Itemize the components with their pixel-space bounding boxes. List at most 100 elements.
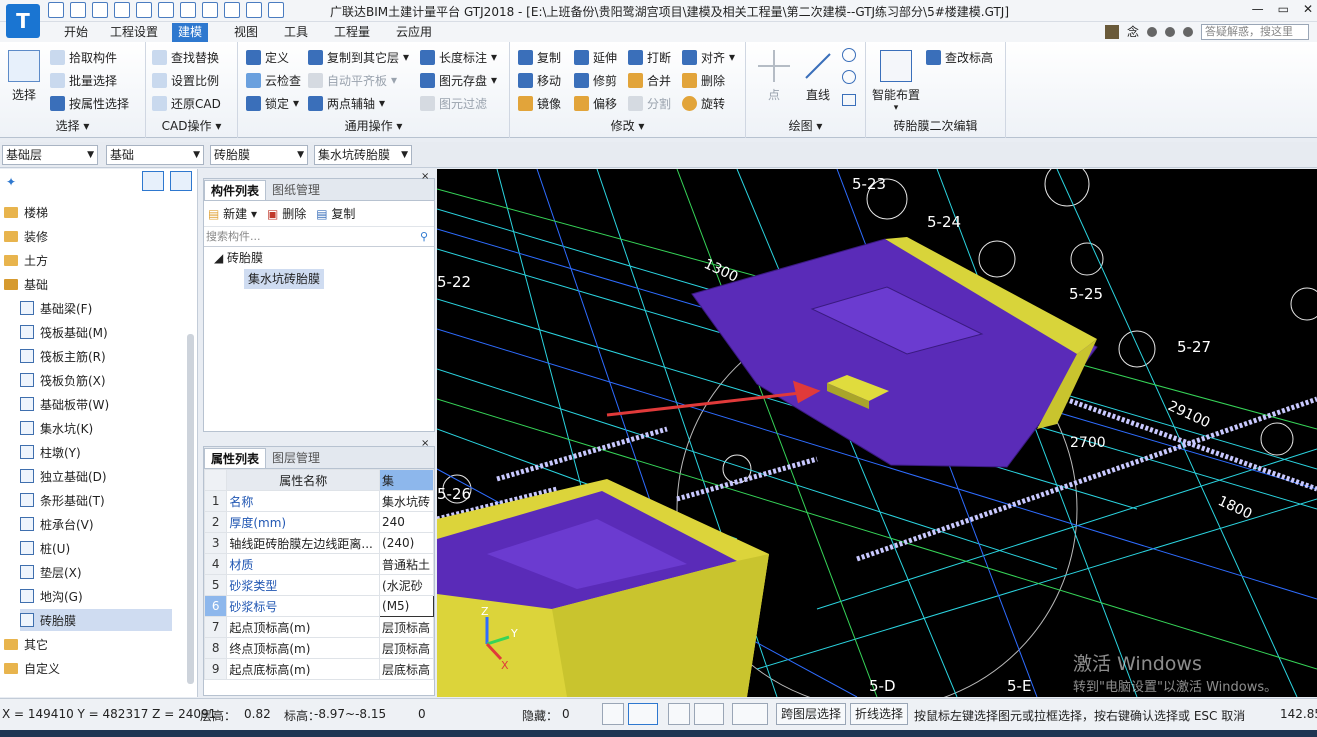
element-filter-button[interactable]: 图元过滤 — [420, 93, 487, 113]
print-icon[interactable] — [180, 2, 196, 18]
bell-icon[interactable] — [1147, 26, 1157, 37]
component-dropdown[interactable]: 集水坑砖胎膜 ▼ — [314, 145, 412, 165]
auto-align-slab-button[interactable]: 自动平齐板 ▾ — [308, 70, 397, 90]
component-item-selected[interactable]: 集水坑砖胎膜 — [244, 269, 324, 289]
tree-item-trench[interactable]: 地沟(G) — [20, 585, 180, 607]
table-row[interactable]: 5 砂浆类型 (水泥砂 — [203, 574, 434, 596]
group-label-select[interactable]: 选择 ▾ — [0, 117, 145, 134]
search-icon[interactable] — [202, 2, 218, 18]
tree-item-pile-cap[interactable]: 桩承台(V) — [20, 513, 180, 535]
group-label-draw[interactable]: 绘图 ▾ — [746, 117, 865, 134]
close-button[interactable]: ✕ — [1303, 2, 1313, 16]
select-by-attribute-button[interactable]: 按属性选择 — [50, 93, 129, 113]
merge-button[interactable]: 合并 — [628, 70, 671, 90]
undo-icon[interactable] — [114, 2, 130, 18]
dynamic-input-icon[interactable] — [732, 703, 768, 725]
card-view-icon[interactable] — [170, 171, 192, 191]
tree-folder-decoration[interactable]: 装修 — [4, 225, 184, 247]
lock-button[interactable]: 锁定 ▾ — [246, 93, 299, 113]
delete-button[interactable]: 删除 — [682, 70, 725, 90]
line-button[interactable]: 直线 — [802, 50, 834, 103]
copy-component-button[interactable]: ▤ 复制 — [316, 205, 355, 222]
tab-component-list[interactable]: 构件列表 — [204, 180, 267, 200]
rectangle-icon[interactable] — [842, 94, 856, 106]
new-icon[interactable] — [92, 2, 108, 18]
group-label-modify[interactable]: 修改 ▾ — [510, 117, 745, 134]
floor-dropdown[interactable]: 基础层 ▼ — [2, 145, 98, 165]
smart-layout-button[interactable]: 智能布置 ▾ — [872, 50, 920, 113]
component-group-row[interactable]: ◢ 砖胎膜 — [204, 247, 434, 269]
tree-scrollbar[interactable] — [187, 334, 194, 684]
new-component-button[interactable]: ▤ 新建 ▾ — [208, 205, 257, 222]
cloud-check-button[interactable]: 云检查 — [246, 70, 301, 90]
tree-item-column-pier[interactable]: 柱墩(Y) — [20, 441, 180, 463]
pick-component-button[interactable]: 拾取构件 — [50, 47, 117, 67]
table-row[interactable]: 3 轴线距砖胎膜左边线距离... (240) — [203, 532, 434, 554]
group-label-cad[interactable]: CAD操作 ▾ — [146, 117, 237, 134]
type-dropdown[interactable]: 砖胎膜 ▼ — [210, 145, 308, 165]
delete-component-button[interactable]: ▣ 删除 — [267, 205, 306, 222]
minimize-button[interactable]: — — [1252, 2, 1264, 16]
pencil-icon[interactable] — [224, 2, 240, 18]
preview-icon[interactable] — [158, 2, 174, 18]
table-row[interactable]: 7 起点顶标高(m) 层顶标高 — [203, 616, 434, 638]
tab-project-settings[interactable]: 工程设置 — [104, 23, 164, 42]
component-panel-close-icon[interactable]: × — [421, 171, 429, 182]
avatar[interactable] — [1104, 24, 1119, 39]
select-button[interactable]: 选择 — [8, 50, 40, 103]
tree-item-brick-formwork[interactable]: 砖胎膜 — [20, 609, 172, 631]
save-icon[interactable] — [48, 2, 64, 18]
export-icon[interactable] — [268, 2, 284, 18]
find-replace-button[interactable]: 查找替换 — [152, 47, 219, 67]
chat-icon[interactable] — [1165, 26, 1175, 37]
tree-folder-custom[interactable]: 自定义 — [4, 657, 184, 679]
help-search-input[interactable]: 答疑解惑，搜这里 — [1201, 23, 1309, 40]
tree-item-raft-negative-rebar[interactable]: 筏板负筋(X) — [20, 369, 180, 391]
tab-modeling[interactable]: 建模 — [172, 23, 209, 42]
tree-item-raft[interactable]: 筏板基础(M) — [20, 321, 180, 343]
circle-icon[interactable] — [842, 70, 856, 84]
open-icon[interactable] — [70, 2, 86, 18]
tab-cloud[interactable]: 云应用 — [390, 23, 438, 42]
extend-button[interactable]: 延伸 — [574, 47, 617, 67]
tree-folder-earthwork[interactable]: 土方 — [4, 249, 184, 271]
two-point-axis-button[interactable]: 两点辅轴 ▾ — [308, 93, 385, 113]
copy-button[interactable]: 复制 — [518, 47, 561, 67]
app-logo[interactable]: T — [6, 4, 40, 38]
group-label-general[interactable]: 通用操作 ▾ — [238, 117, 509, 134]
length-dimension-button[interactable]: 长度标注 ▾ — [420, 47, 497, 67]
component-search-input[interactable]: 搜索构件... ⚲ — [204, 227, 434, 247]
tab-property-list[interactable]: 属性列表 — [204, 448, 267, 468]
tree-item-slab-strip[interactable]: 基础板带(W) — [20, 393, 180, 415]
table-row[interactable]: 2 厚度(mm) 240 — [203, 511, 434, 533]
list-view-icon[interactable] — [142, 171, 164, 191]
tab-drawing-management[interactable]: 图纸管理 — [266, 180, 326, 200]
break-button[interactable]: 打断 — [628, 47, 671, 67]
table-row-selected[interactable]: 6 砂浆标号 (M5) — [203, 595, 434, 617]
snap-toggle-icon[interactable] — [628, 703, 658, 725]
model-viewport[interactable]: 5-23 5-24 5-22 5-25 5-27 5-26 5-D 5-E 13… — [437, 169, 1317, 697]
tree-folder-stairs[interactable]: 楼梯 — [4, 201, 184, 223]
align-button[interactable]: 对齐 ▾ — [682, 47, 735, 67]
user-name[interactable]: 念 — [1127, 23, 1139, 40]
cross-toggle-icon[interactable] — [668, 703, 690, 725]
tab-tools[interactable]: 工具 — [278, 23, 314, 42]
rotate-button[interactable]: 旋转 — [682, 93, 725, 113]
tree-item-cushion[interactable]: 垫层(X) — [20, 561, 180, 583]
cad-drawing[interactable]: 5-23 5-24 5-22 5-25 5-27 5-26 5-D 5-E 13… — [437, 169, 1317, 697]
define-button[interactable]: 定义 — [246, 47, 289, 67]
tree-item-strip-footing[interactable]: 条形基础(T) — [20, 489, 180, 511]
tree-item-foundation-beam[interactable]: 基础梁(F) — [20, 297, 180, 319]
move-button[interactable]: 移动 — [518, 70, 561, 90]
tab-start[interactable]: 开始 — [58, 23, 94, 42]
table-row[interactable]: 4 材质 普通粘土 — [203, 553, 434, 575]
offset-button[interactable]: 偏移 — [574, 93, 617, 113]
point-button[interactable]: 点 — [758, 50, 790, 103]
edit-elevation-button[interactable]: 查改标高 — [926, 47, 993, 67]
pin-icon[interactable]: ✦ — [6, 175, 16, 189]
tab-view[interactable]: 视图 — [228, 23, 264, 42]
settings-icon[interactable] — [246, 2, 262, 18]
restore-cad-button[interactable]: 还原CAD — [152, 93, 221, 113]
set-scale-button[interactable]: 设置比例 — [152, 70, 219, 90]
tree-item-sump-pit[interactable]: 集水坑(K) — [20, 417, 180, 439]
